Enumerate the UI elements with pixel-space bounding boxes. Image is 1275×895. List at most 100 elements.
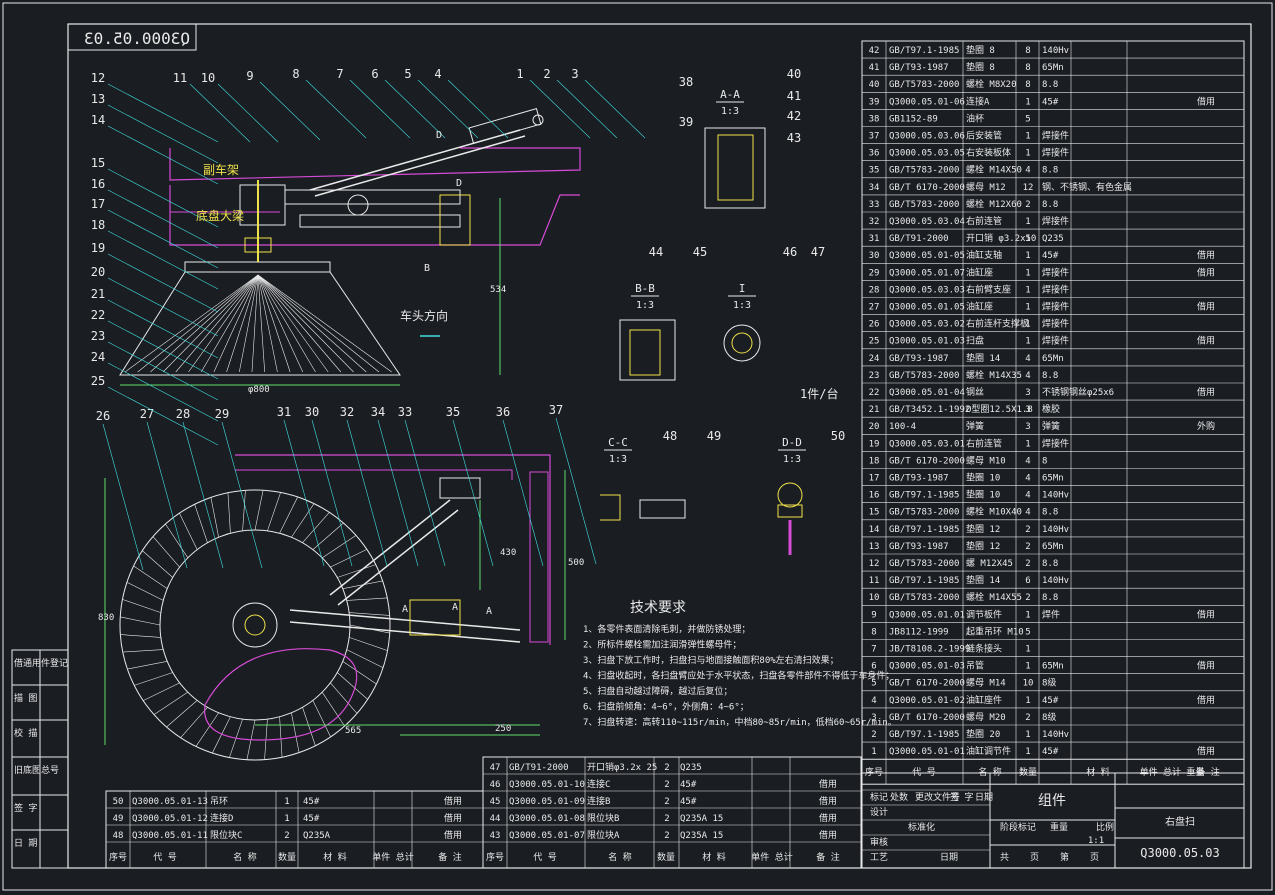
callout-top: 2 [543,67,550,81]
bom-right-cell: GB/T5783-2000 [889,80,959,90]
callout-top: 13 [91,92,105,106]
callout-bottom: 29 [215,407,229,421]
bom-right-cell: 油缸座件 [966,694,1002,706]
bom-right-cell: 借用 [1197,660,1215,672]
section-marker: A [402,604,408,615]
bom-mid-cell: 2 [664,831,669,841]
bom-right-cell: 垫圈 10 [966,489,1000,501]
bom-right-cell: Q3000.05.03.02 [889,320,965,330]
bom-right-cell: 100-4 [889,422,916,432]
tech-req-title: 技术要求 [630,600,686,616]
bom-right-cell: 10 [1023,679,1034,689]
frame-label-bottom: 底盘大梁 [196,208,244,223]
section-title: C-C [608,436,628,449]
title-small-label: 阶段标记 [1000,821,1036,833]
bom-right-cell: 1 [1025,234,1030,244]
left-strip-label: 日 期 [14,838,37,849]
section-title: D-D [782,436,802,449]
section-balloon: 46 [783,245,797,259]
bom-right-cell: 焊接件 [1042,301,1069,313]
bom-right-cell: 借用 [1197,608,1215,620]
callout-bottom: 26 [96,409,110,423]
bom-right-cell: 5 [871,679,876,689]
bom-right-cell: 8 [1042,456,1047,466]
bom-right-cell: 4 [1025,508,1030,518]
bom-right-cell: 34 [869,183,880,193]
bom-right-cell: 螺 M12X45 [966,558,1013,569]
bom-right-cell: 36 [869,149,880,159]
callout-top: 21 [91,287,105,301]
callout-bottom: 31 [277,405,291,419]
bom-right-cell: 14 [869,525,880,535]
bom-right-cell: 垫圈 20 [966,728,1000,740]
bom-right-cell: 起重吊环 M10 [966,625,1024,637]
bom-right-cell: 焊接件 [1042,335,1069,347]
section-balloon: 49 [707,429,721,443]
bom-mid-cell: 借用 [819,778,837,790]
callout-top: 15 [91,156,105,170]
callout-top: 22 [91,308,105,322]
bom-right-cell: Q3000.05.03.04 [889,217,965,227]
bom-right-cell: Q3000.05.01-03 [889,662,965,672]
section-balloon: 48 [663,429,677,443]
title-small-label: 签 字 [950,791,973,803]
title-small-label: 页 [1030,852,1039,863]
inner-frame [67,23,1252,869]
callout-top: 4 [434,67,441,81]
bom-left-cell: 50 [113,797,124,807]
bom-right-cell: 8.8 [1042,371,1058,381]
bom-right-cell: 右安装板体 [966,147,1011,159]
bom-left-cell: Q3000.05.01-12 [132,814,208,824]
section-marker: A [452,602,458,613]
bom-right-cell: 钢、不锈钢、有色金属 [1042,181,1132,193]
bom-right-table: 42 GB/T97.1-1985 垫圈 8 8 140Hv41 GB/T93-1987 垫圈… [861,40,1245,785]
section-balloon: 41 [787,89,801,103]
callout-top: 6 [371,67,378,81]
bom-right-cell: 外购 [1197,420,1215,432]
bom-right-cell: 螺母 M14 [966,678,1006,689]
bom-right-cell: GB1152-89 [889,114,938,124]
bom-mid-header: 备 注 [816,851,839,863]
bom-right-cell: 连接A [966,95,990,107]
bom-right-cell: 1 [871,747,876,757]
section-balloon: 40 [787,67,801,81]
bom-right-cell: 9 [871,610,876,620]
bom-right-cell: 140Hv [1042,576,1069,586]
bom-right-cell: 45# [1042,747,1059,757]
bom-mid-cell: Q3000.05.01-09 [509,797,585,807]
section-balloon: 44 [649,245,663,259]
callout-bottom: 33 [398,405,412,419]
callout-bottom: 34 [371,405,385,419]
bom-right-cell: 140Hv [1042,491,1069,501]
bom-right-cell: 垫圈 8 [966,61,995,73]
bom-right-cell: 140Hv [1042,46,1069,56]
bom-right-cell: GB/T97.1-1985 [889,491,959,501]
bom-left-cell: Q3000.05.01-11 [132,831,208,841]
section-title: A-A [720,88,740,101]
bom-mid-cell: 借用 [819,795,837,807]
bom-right-cell: 借用 [1197,249,1215,261]
section-balloon: 45 [693,245,707,259]
callout-top: 7 [336,67,343,81]
bom-right-cell: 借用 [1197,694,1215,706]
title-small-label: 标准化 [908,821,935,833]
bom-left-cell: 借用 [444,795,462,807]
bom-right-header: 单件 总计 重量 [1140,766,1205,778]
bom-right-cell: 弹簧 [966,420,984,432]
bom-right-cell: 焊接件 [1042,266,1069,278]
bom-right-cell: 40 [869,80,880,90]
bom-right-cell: 65Mn [1042,542,1064,552]
bom-mid-cell: 2 [664,763,669,773]
bom-right-cell: 8.8 [1042,200,1058,210]
bom-right-cell: 垫圈 12 [966,540,1000,552]
bom-mid-cell: Q3000.05.01-07 [509,831,585,841]
bom-mid-cell: 44 [490,814,501,824]
bom-left-cell: 1 [284,797,289,807]
callout-bottom: 28 [176,407,190,421]
bom-left-cell: 借用 [444,829,462,841]
tech-req-line: 1、各零件表面清除毛刺，并做防锈处理； [583,623,750,635]
bom-right-cell: 1 [1025,337,1030,347]
bom-right-cell: 1 [1025,610,1030,620]
bom-right-cell: 1 [1025,696,1030,706]
dim-250: 250 [495,724,511,734]
